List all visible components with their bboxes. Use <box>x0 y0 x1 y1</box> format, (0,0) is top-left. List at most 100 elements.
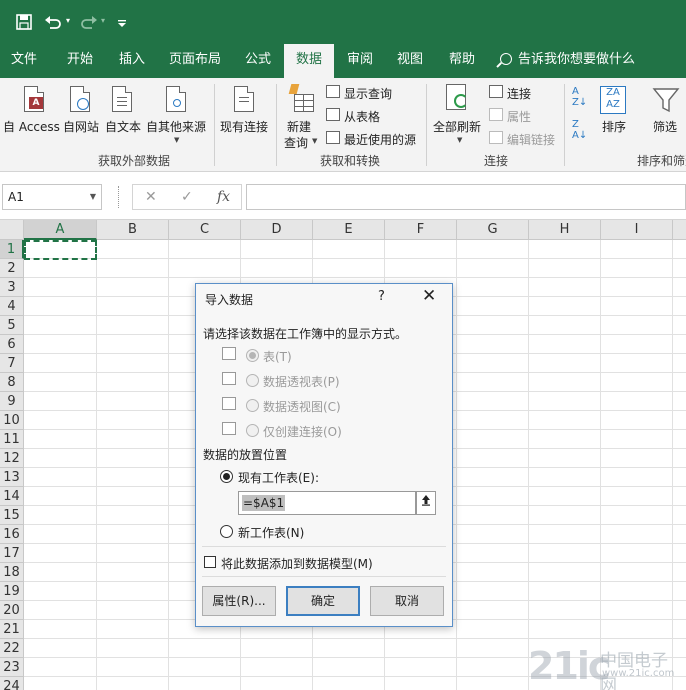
new-query-button-line2[interactable]: 查询 <box>284 134 308 151</box>
column-header-i[interactable]: I <box>601 220 673 240</box>
column-header-e[interactable]: E <box>313 220 385 240</box>
row-header[interactable]: 14 <box>0 487 24 506</box>
radio-pivot-chart[interactable] <box>246 399 259 412</box>
location-heading: 数据的放置位置 <box>203 448 288 462</box>
tab-view[interactable]: 视图 <box>386 44 434 78</box>
row-header[interactable]: 13 <box>0 468 24 487</box>
row-header[interactable]: 4 <box>0 297 24 316</box>
row-header[interactable]: 1 <box>0 240 24 259</box>
row-header[interactable]: 24 <box>0 677 24 690</box>
row-header[interactable]: 2 <box>0 259 24 278</box>
properties-button[interactable]: 属性 <box>507 108 531 125</box>
existing-connections-button[interactable]: 现有连接 <box>220 118 268 135</box>
row-header[interactable]: 16 <box>0 525 24 544</box>
save-icon[interactable] <box>16 14 32 33</box>
refresh-all-button[interactable]: 全部刷新 <box>433 118 481 135</box>
row-header[interactable]: 9 <box>0 392 24 411</box>
redo-dropdown-icon[interactable]: ▾ <box>101 16 105 25</box>
name-box[interactable]: A1 ▼ <box>2 184 102 210</box>
tab-review[interactable]: 审阅 <box>336 44 384 78</box>
existing-worksheet-label: 现有工作表(E): <box>238 471 319 485</box>
column-header-b[interactable]: B <box>97 220 169 240</box>
chevron-down-icon: ▼ <box>457 136 463 144</box>
from-text-button[interactable]: 自文本 <box>105 118 141 135</box>
row-header[interactable]: 7 <box>0 354 24 373</box>
tab-page-layout[interactable]: 页面布局 <box>162 44 228 78</box>
row-header[interactable]: 6 <box>0 335 24 354</box>
row-header[interactable]: 10 <box>0 411 24 430</box>
from-access-button[interactable]: 自 Access <box>3 118 60 135</box>
refresh-all-icon <box>446 84 472 114</box>
redo-icon[interactable] <box>80 14 98 33</box>
from-web-button[interactable]: 自网站 <box>63 118 99 135</box>
properties-button[interactable]: 属性(R)... <box>202 586 276 616</box>
tab-home[interactable]: 开始 <box>56 44 104 78</box>
radio-new-worksheet[interactable] <box>220 525 233 538</box>
row-header[interactable]: 12 <box>0 449 24 468</box>
tab-insert[interactable]: 插入 <box>108 44 156 78</box>
ok-button[interactable]: 确定 <box>286 586 360 616</box>
undo-dropdown-icon[interactable]: ▾ <box>66 16 70 25</box>
tab-data[interactable]: 数据 <box>284 44 334 78</box>
tab-file[interactable]: 文件 <box>0 44 48 78</box>
radio-existing-worksheet[interactable] <box>220 470 233 483</box>
close-button[interactable]: ✕ <box>422 286 436 306</box>
undo-icon[interactable] <box>44 14 62 33</box>
quick-access-toolbar: ▾ ▾ <box>0 0 686 44</box>
radio-pivot-table[interactable] <box>246 374 259 387</box>
row-header[interactable]: 21 <box>0 620 24 639</box>
other-sources-icon <box>166 86 186 112</box>
row-header[interactable]: 5 <box>0 316 24 335</box>
radio-table[interactable] <box>246 349 259 362</box>
row-header[interactable]: 22 <box>0 639 24 658</box>
enter-icon[interactable]: ✓ <box>181 189 193 205</box>
column-header-h[interactable]: H <box>529 220 601 240</box>
view-prompt: 请选择该数据在工作簿中的显示方式。 <box>203 327 408 341</box>
watermark-logo-text: 21ic <box>528 644 610 688</box>
from-table-button[interactable]: 从表格 <box>344 108 380 125</box>
add-to-data-model-checkbox[interactable] <box>204 556 216 568</box>
add-to-data-model-label: 将此数据添加到数据模型(M) <box>221 557 373 571</box>
import-data-dialog: 导入数据 ? ✕ 请选择该数据在工作簿中的显示方式。 表(T) 数据透视表(P)… <box>195 283 453 627</box>
tab-formulas[interactable]: 公式 <box>234 44 282 78</box>
column-header-a[interactable]: A <box>24 220 97 240</box>
insert-function-icon[interactable]: fx <box>217 189 230 205</box>
new-query-icon <box>288 84 314 114</box>
row-header[interactable]: 17 <box>0 544 24 563</box>
connections-button[interactable]: 连接 <box>507 85 531 102</box>
row-header[interactable]: 11 <box>0 430 24 449</box>
radio-connection-only[interactable] <box>246 424 259 437</box>
column-header-g[interactable]: G <box>457 220 529 240</box>
new-query-button[interactable]: 新建 <box>287 118 311 135</box>
row-header[interactable]: 19 <box>0 582 24 601</box>
range-input[interactable]: =$A$1 <box>238 491 416 515</box>
edit-links-button[interactable]: 编辑链接 <box>507 131 555 148</box>
filter-button[interactable]: 筛选 <box>653 118 677 135</box>
sort-asc-desc-icon[interactable]: A Z↓ Z A↓ <box>572 86 590 141</box>
cancel-icon[interactable]: ✕ <box>145 189 157 205</box>
formula-input[interactable] <box>246 184 686 210</box>
recent-sources-button[interactable]: 最近使用的源 <box>344 131 416 148</box>
row-header[interactable]: 8 <box>0 373 24 392</box>
customize-icon[interactable] <box>118 20 126 30</box>
cancel-button[interactable]: 取消 <box>370 586 444 616</box>
show-queries-button[interactable]: 显示查询 <box>344 85 392 102</box>
tab-help[interactable]: 帮助 <box>438 44 486 78</box>
from-other-sources-button[interactable]: 自其他来源 <box>146 118 206 135</box>
column-header-d[interactable]: D <box>241 220 313 240</box>
recent-sources-icon <box>326 131 340 144</box>
selected-cell-a1[interactable] <box>24 240 97 260</box>
sort-button[interactable]: 排序 <box>602 118 626 135</box>
row-header[interactable]: 15 <box>0 506 24 525</box>
row-header[interactable]: 3 <box>0 278 24 297</box>
row-header[interactable]: 20 <box>0 601 24 620</box>
collapse-arrow-icon[interactable] <box>416 491 436 515</box>
chevron-down-icon: ▼ <box>174 136 180 144</box>
row-header[interactable]: 23 <box>0 658 24 677</box>
column-header-c[interactable]: C <box>169 220 241 240</box>
row-header[interactable]: 18 <box>0 563 24 582</box>
help-button[interactable]: ? <box>378 289 385 304</box>
column-header-f[interactable]: F <box>385 220 457 240</box>
tell-me-search[interactable]: 告诉我你想要做什么 <box>500 44 635 78</box>
select-all-corner[interactable] <box>0 220 24 240</box>
